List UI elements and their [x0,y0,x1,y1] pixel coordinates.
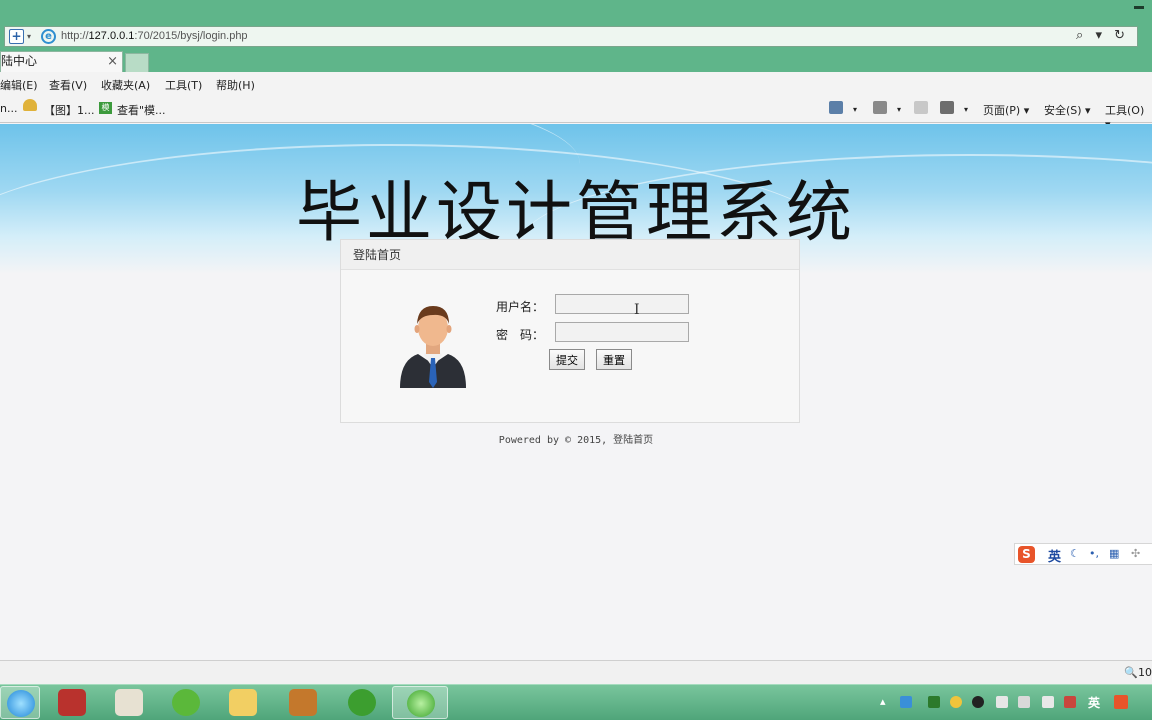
taskbar-dreamweaver-button[interactable] [158,686,214,719]
favorite-item[interactable]: 【图】1... [44,102,95,118]
chevron-down-icon[interactable]: ▾ [897,105,901,114]
keyboard-icon[interactable]: ▦ [1109,547,1119,560]
browser-360-icon [407,690,435,717]
windows-taskbar: ▴ 英 [0,684,1152,720]
favorites-bar: n... 【图】1... 模 查看"模... ▾ ▾ ▾ 页面(P) ▾ 安全(… [0,96,1152,131]
network-icon[interactable] [996,696,1008,708]
sogou-tray-icon[interactable] [1114,695,1128,709]
reset-button[interactable]: 重置 [596,349,632,370]
menu-tools[interactable]: 工具(T) [165,77,202,93]
page-footer: Powered by © 2015, 登陆首页 [498,435,654,446]
notebook-icon [58,689,86,716]
close-icon[interactable]: × [107,52,118,71]
menu-edit[interactable]: 编辑(E) [0,77,38,93]
url-text[interactable]: http://127.0.0.1:70/2015/bysj/login.php [61,30,248,42]
taskbar-360-button[interactable] [392,686,448,719]
page-viewport: 毕业设计管理系统 登陆首页 用户名： 密 码： 提交 重置 I Powered … [0,124,1152,660]
book-icon [289,689,317,716]
taskbar-explorer-button[interactable] [215,686,271,719]
menu-favorites[interactable]: 收藏夹(A) [101,77,150,93]
safety-menu[interactable]: 安全(S) ▾ [1044,102,1091,118]
status-bar: 🔍10 [0,660,1152,684]
search-refresh-icons[interactable]: ⌕ ▾ ↻ [1076,28,1129,43]
battery-icon[interactable] [1018,696,1030,708]
zoom-level[interactable]: 🔍10 [1124,666,1152,679]
password-label: 密 码： [496,328,545,342]
tab-strip: 陆中心 × [0,51,1152,72]
compat-view-icon[interactable]: + [9,29,24,44]
tab-login[interactable]: 陆中心 × [0,51,123,72]
username-input[interactable] [555,294,689,314]
punctuation-icon[interactable]: •, [1089,547,1099,560]
menu-help[interactable]: 帮助(H) [216,77,255,93]
login-panel-title: 登陆首页 [341,240,799,270]
ie-icon [7,690,35,717]
browser-titlebar: + ▾ e http://127.0.0.1:70/2015/bysj/logi… [0,0,1152,72]
tray-expand-icon[interactable]: ▴ [880,695,886,708]
green-app-icon [172,689,200,716]
sogou-logo-icon[interactable]: S [1018,546,1035,563]
new-tab-button[interactable] [125,53,149,72]
chevron-down-icon[interactable]: ▾ [27,32,31,41]
page-menu[interactable]: 页面(P) ▾ [983,102,1029,118]
username-label: 用户名： [496,300,545,314]
read-mail-icon[interactable] [914,101,928,114]
paw-icon [348,689,376,716]
home-icon[interactable] [829,101,843,114]
taskbar-ie-button[interactable] [0,686,40,719]
menu-bar: 编辑(E) 查看(V) 收藏夹(A) 工具(T) 帮助(H) [0,72,1152,96]
favorite-item[interactable]: n... [0,102,17,115]
folder-icon [229,689,257,716]
ie-page-icon: e [41,29,56,44]
favorite-item[interactable]: 查看"模... [117,102,166,118]
moon-icon[interactable]: ☾ [1070,547,1080,560]
trophy-icon [23,99,37,111]
chevron-down-icon[interactable]: ▾ [853,105,857,114]
submit-button[interactable]: 提交 [549,349,585,370]
rss-icon[interactable] [873,101,887,114]
settings-icon[interactable]: ✣ [1131,547,1140,560]
minimize-button[interactable] [1134,6,1144,9]
print-icon[interactable] [940,101,954,114]
taskbar-java-button[interactable] [101,686,157,719]
taskbar-paw-button[interactable] [334,686,390,719]
password-input[interactable] [555,322,689,342]
security-icon[interactable] [928,696,940,708]
chat-icon[interactable] [900,696,912,708]
user-avatar-icon [400,306,466,388]
taskbar-book-button[interactable] [275,686,331,719]
menu-view[interactable]: 查看(V) [49,77,87,93]
flag-icon[interactable] [1064,696,1076,708]
plus-icon[interactable] [950,696,962,708]
template-icon: 模 [99,102,112,114]
ime-toolbar: S 英 ☾ •, ▦ ✣ [1014,543,1152,565]
taskbar-notepad-button[interactable] [44,686,100,719]
qq-icon[interactable] [972,696,984,708]
volume-icon[interactable] [1042,696,1054,708]
text-cursor-icon: I [634,302,640,318]
address-bar[interactable]: + ▾ e http://127.0.0.1:70/2015/bysj/logi… [4,26,1138,47]
login-panel: 登陆首页 用户名： 密 码： 提交 重置 [340,239,800,423]
chevron-down-icon[interactable]: ▾ [964,105,968,114]
ime-language-toggle[interactable]: 英 [1048,546,1061,565]
input-language[interactable]: 英 [1088,694,1100,711]
tab-title: 陆中心 [1,54,38,68]
java-icon [115,689,143,716]
